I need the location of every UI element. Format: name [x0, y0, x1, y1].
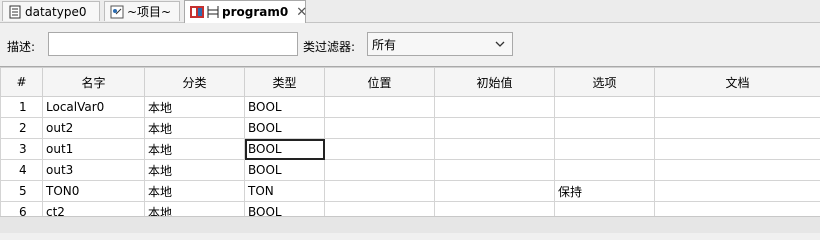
tab-label: program0	[222, 5, 289, 19]
variable-name-cell[interactable]: LocalVar0	[42, 96, 145, 118]
initial-value-cell[interactable]	[434, 201, 555, 217]
type-cell[interactable]: TON	[244, 180, 325, 202]
type-cell-selected[interactable]: BOOL	[244, 138, 325, 160]
initial-value-cell[interactable]	[434, 159, 555, 181]
initial-value-cell[interactable]	[434, 96, 555, 118]
option-cell[interactable]	[554, 201, 655, 217]
variable-name-cell[interactable]: TON0	[42, 180, 145, 202]
row-number: 5	[0, 180, 43, 202]
table-row[interactable]: 5 TON0 本地 TON 保持	[0, 180, 820, 202]
column-header-category[interactable]: 分类	[144, 67, 245, 97]
category-cell[interactable]: 本地	[144, 117, 245, 139]
ladder-program-icon	[190, 5, 204, 19]
initial-value-cell[interactable]	[434, 180, 555, 202]
column-header-name[interactable]: 名字	[42, 67, 145, 97]
description-input[interactable]	[48, 32, 298, 56]
class-filter-value: 所有	[372, 37, 397, 52]
option-cell[interactable]	[554, 159, 655, 181]
doc-cell[interactable]	[654, 117, 820, 139]
initial-value-cell[interactable]	[434, 117, 555, 139]
table-row[interactable]: 2 out2 本地 BOOL	[0, 117, 820, 139]
type-cell[interactable]: BOOL	[244, 159, 325, 181]
class-filter-select[interactable]: 所有	[367, 32, 513, 56]
class-filter-label: 类过滤器:	[303, 40, 356, 54]
table-row[interactable]: 4 out3 本地 BOOL	[0, 159, 820, 181]
variable-name-cell[interactable]: out3	[42, 159, 145, 181]
category-cell[interactable]: 本地	[144, 159, 245, 181]
variable-name-cell[interactable]: ct2	[42, 201, 145, 217]
option-cell[interactable]	[554, 117, 655, 139]
doc-cell[interactable]	[654, 159, 820, 181]
type-cell[interactable]: BOOL	[244, 117, 325, 139]
column-header-initial-value[interactable]: 初始值	[434, 67, 555, 97]
row-number: 1	[0, 96, 43, 118]
column-header-doc[interactable]: 文档	[654, 67, 820, 97]
doc-cell[interactable]	[654, 201, 820, 217]
location-cell[interactable]	[324, 138, 435, 160]
type-cell[interactable]: BOOL	[244, 96, 325, 118]
tab-label: ~项目~	[127, 5, 172, 19]
location-cell[interactable]	[324, 117, 435, 139]
column-header-type[interactable]: 类型	[244, 67, 325, 97]
location-cell[interactable]	[324, 159, 435, 181]
row-number: 3	[0, 138, 43, 160]
variable-name-cell[interactable]: out2	[42, 117, 145, 139]
tab-label: datatype0	[25, 4, 87, 19]
column-header-number[interactable]: #	[0, 67, 43, 97]
option-cell[interactable]	[554, 138, 655, 160]
doc-cell[interactable]	[654, 138, 820, 160]
horizontal-scrollbar[interactable]	[0, 216, 820, 233]
type-cell[interactable]: BOOL	[244, 201, 325, 217]
variable-name-cell[interactable]: out1	[42, 138, 145, 160]
tab-datatype0[interactable]: datatype0	[2, 1, 100, 21]
option-cell[interactable]	[554, 96, 655, 118]
location-cell[interactable]	[324, 201, 435, 217]
document-icon	[8, 5, 22, 19]
table-header-row: # 名字 分类 类型 位置 初始值 选项 文档	[0, 67, 820, 97]
option-cell[interactable]: 保持	[554, 180, 655, 202]
variables-table: # 名字 分类 类型 位置 初始值 选项 文档 1 LocalVar0 本地 B…	[0, 66, 820, 217]
doc-cell[interactable]	[654, 96, 820, 118]
row-number: 4	[0, 159, 43, 181]
ladder-diagram-icon	[207, 5, 219, 19]
doc-cell[interactable]	[654, 180, 820, 202]
editor-tab-bar: datatype0 ~项目~ program0 ✕	[0, 0, 820, 23]
row-number: 2	[0, 117, 43, 139]
table-row[interactable]: 3 out1 本地 BOOL	[0, 138, 820, 160]
column-header-option[interactable]: 选项	[554, 67, 655, 97]
category-cell[interactable]: 本地	[144, 201, 245, 217]
close-icon[interactable]: ✕	[296, 5, 307, 20]
column-header-location[interactable]: 位置	[324, 67, 435, 97]
category-cell[interactable]: 本地	[144, 138, 245, 160]
location-cell[interactable]	[324, 180, 435, 202]
chevron-down-icon	[494, 37, 506, 51]
location-cell[interactable]	[324, 96, 435, 118]
project-icon	[110, 5, 124, 19]
table-row[interactable]: 6 ct2 本地 BOOL	[0, 201, 820, 217]
tab-project[interactable]: ~项目~	[104, 1, 180, 21]
category-cell[interactable]: 本地	[144, 180, 245, 202]
row-number: 6	[0, 201, 43, 217]
tab-program0[interactable]: program0 ✕	[184, 0, 307, 23]
initial-value-cell[interactable]	[434, 138, 555, 160]
description-label: 描述:	[7, 40, 36, 54]
table-row[interactable]: 1 LocalVar0 本地 BOOL	[0, 96, 820, 118]
filter-bar: 描述: 类过滤器: 所有	[0, 24, 820, 64]
category-cell[interactable]: 本地	[144, 96, 245, 118]
